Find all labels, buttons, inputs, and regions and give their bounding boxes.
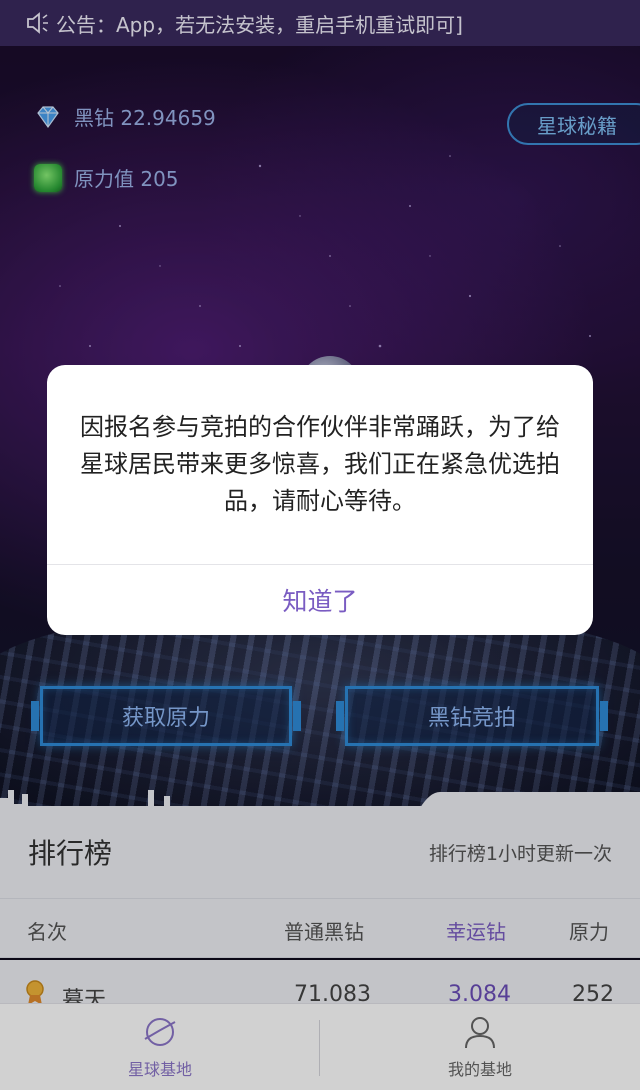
dialog-message: 因报名参与竞拍的合作伙伴非常踊跃，为了给星球居民带来更多惊喜，我们正在紧急优选拍… (80, 413, 560, 515)
notice-dialog: 因报名参与竞拍的合作伙伴非常踊跃，为了给星球居民带来更多惊喜，我们正在紧急优选拍… (47, 365, 593, 635)
got-it-button[interactable]: 知道了 (47, 565, 593, 635)
